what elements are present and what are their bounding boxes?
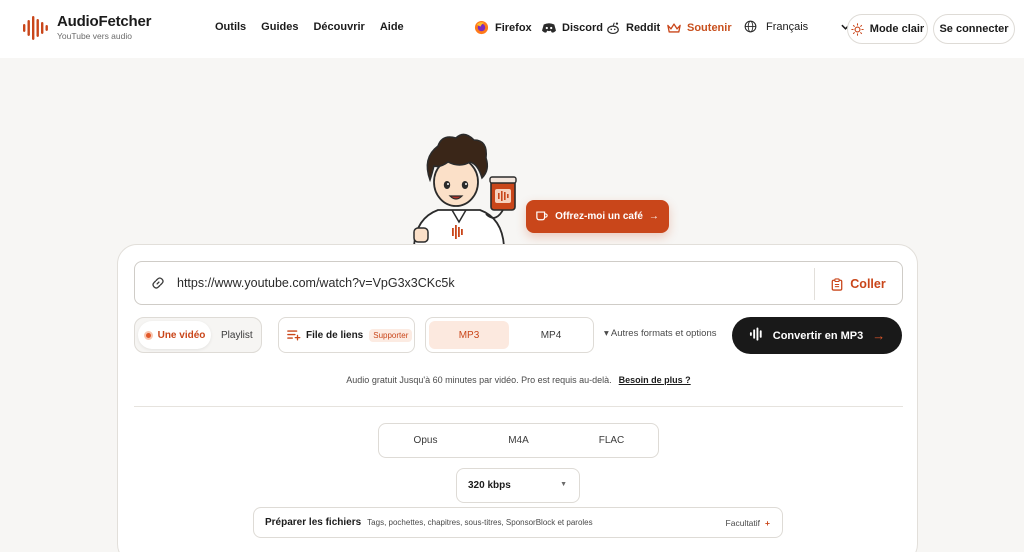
brand-logo[interactable]: AudioFetcher YouTube vers audio <box>22 14 151 42</box>
soundwave-logo-icon <box>23 16 48 40</box>
url-input[interactable] <box>177 276 797 290</box>
paste-label: Coller <box>850 277 886 291</box>
firefox-link[interactable]: Firefox <box>474 20 532 35</box>
mode-selector: Une vidéo Playlist <box>134 317 262 353</box>
radio-dot-icon <box>143 330 153 340</box>
optional-text: Facultatif <box>725 518 761 528</box>
more-formats-toggle[interactable]: ▾ Autres formats et options <box>604 328 717 339</box>
prepare-files-title: Préparer les fichiers <box>265 517 362 528</box>
expand-plus-icon[interactable]: + <box>765 518 770 528</box>
language-selector[interactable]: Français <box>744 20 850 33</box>
nav-outils[interactable]: Outils <box>215 21 246 33</box>
mode-option-single-label: Une vidéo <box>157 329 206 341</box>
usage-note-text: Audio gratuit Jusqu'à 60 minutes par vid… <box>346 375 612 385</box>
firefox-icon <box>474 20 489 35</box>
converter-card: Coller Une vidéo Playlist File de liens … <box>117 244 918 552</box>
format-option-mp3[interactable]: MP3 <box>429 321 509 349</box>
link-icon <box>151 276 165 290</box>
theme-toggle-button[interactable]: Mode clair <box>847 14 928 44</box>
link-queue-label: File de liens <box>306 329 364 341</box>
firefox-label: Firefox <box>495 21 532 34</box>
clipboard-icon <box>831 277 843 291</box>
mode-option-playlist[interactable]: Playlist <box>221 330 253 341</box>
brand-name: AudioFetcher <box>57 13 152 30</box>
convert-label: Convertir en MP3 <box>772 329 864 342</box>
crown-icon <box>666 20 681 35</box>
nav-aide[interactable]: Aide <box>380 21 404 33</box>
mascot-illustration <box>404 128 524 247</box>
caret-down-icon: ▼ <box>560 481 567 488</box>
reddit-icon <box>605 20 620 35</box>
usage-note: Audio gratuit Jusqu'à 60 minutes par vid… <box>118 375 919 385</box>
main-nav: Outils Guides Découvrir Aide <box>215 21 419 33</box>
format-selector: MP3 MP4 <box>425 317 594 353</box>
brand-tagline: YouTube vers audio <box>57 31 132 41</box>
sun-icon <box>851 22 864 36</box>
divider <box>134 406 903 407</box>
reddit-label: Reddit <box>626 21 661 34</box>
discord-link[interactable]: Discord <box>541 20 603 35</box>
theme-toggle-label: Mode clair <box>869 23 925 35</box>
support-link[interactable]: Soutenir <box>666 20 732 35</box>
nav-decouvrir[interactable]: Découvrir <box>313 21 364 33</box>
prepare-files-description: Tags, pochettes, chapitres, sous-titres,… <box>367 518 593 527</box>
optional-label: Facultatif + <box>726 518 770 528</box>
bitrate-value: 320 kbps <box>468 480 511 491</box>
top-header: AudioFetcher YouTube vers audio Outils G… <box>0 0 1024 58</box>
link-queue-button[interactable]: File de liens Supporter <box>278 317 415 353</box>
soundwave-icon <box>749 327 764 344</box>
codec-option-flac[interactable]: FLAC <box>565 435 658 446</box>
list-add-icon <box>287 330 301 341</box>
arrow-right-icon: → <box>872 328 886 343</box>
discord-icon <box>541 20 556 35</box>
globe-icon <box>744 20 757 33</box>
url-field[interactable]: Coller <box>134 261 903 305</box>
buy-coffee-label: Offrez-moi un café <box>555 211 643 222</box>
reddit-link[interactable]: Reddit <box>605 20 660 35</box>
support-label: Soutenir <box>687 21 732 34</box>
codec-option-m4a[interactable]: M4A <box>472 435 565 446</box>
supporter-badge: Supporter <box>369 328 413 342</box>
buy-coffee-button[interactable]: Offrez-moi un café → <box>526 200 669 233</box>
discord-label: Discord <box>562 21 603 34</box>
coffee-cup-icon <box>536 210 548 224</box>
format-option-mp4[interactable]: MP4 <box>509 330 593 341</box>
language-label: Français <box>766 20 809 33</box>
login-label: Se connecter <box>939 23 1009 35</box>
convert-button[interactable]: Convertir en MP3 → <box>732 317 902 354</box>
codec-option-opus[interactable]: Opus <box>379 435 472 446</box>
login-button[interactable]: Se connecter <box>933 14 1015 44</box>
paste-button[interactable]: Coller <box>814 268 902 300</box>
bitrate-select[interactable]: 320 kbps ▼ <box>456 468 580 503</box>
need-more-link[interactable]: Besoin de plus ? <box>619 375 691 385</box>
nav-guides[interactable]: Guides <box>261 21 298 33</box>
prepare-files-row[interactable]: Préparer les fichiers Tags, pochettes, c… <box>253 507 783 538</box>
codec-selector: Opus M4A FLAC <box>378 423 659 458</box>
arrow-right-icon: → <box>648 211 659 222</box>
mode-option-single-video[interactable]: Une vidéo <box>138 321 211 349</box>
